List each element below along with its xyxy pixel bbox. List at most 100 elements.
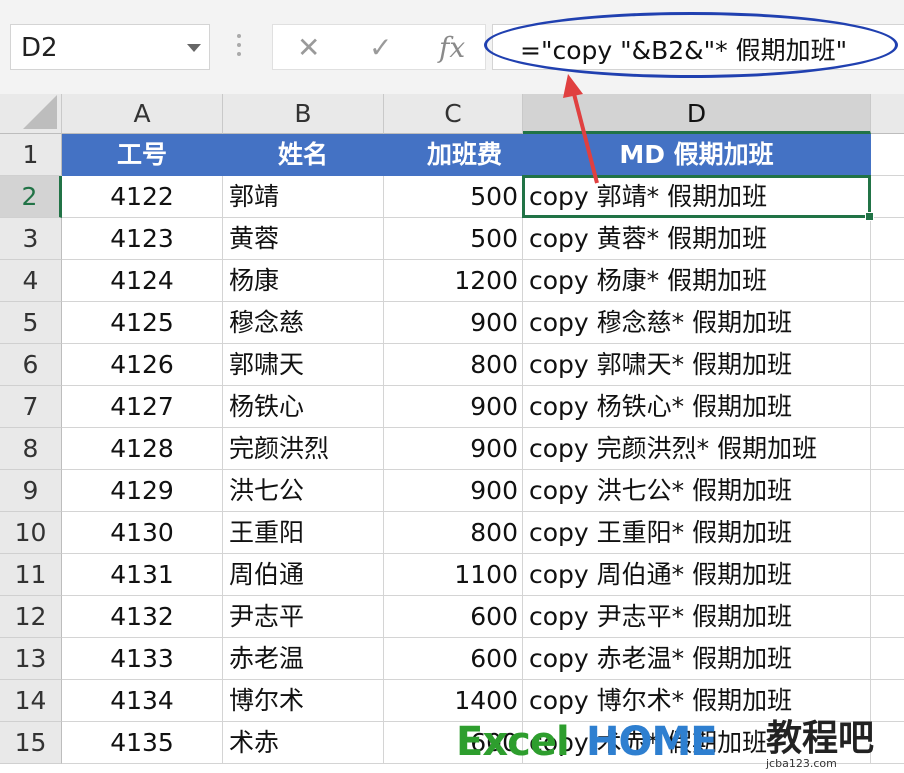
cell-a2[interactable]: 4122 [62,176,223,218]
row-header-8[interactable]: 8 [0,428,62,470]
row-header-12[interactable]: 12 [0,596,62,638]
drag-handle-icon[interactable] [236,34,242,62]
cell-b5[interactable]: 穆念慈 [223,302,384,344]
row-header-6[interactable]: 6 [0,344,62,386]
cell-a12[interactable]: 4132 [62,596,223,638]
cell-b11[interactable]: 周伯通 [223,554,384,596]
cell-d12[interactable]: copy 尹志平* 假期加班 [523,596,871,638]
cell-a4[interactable]: 4124 [62,260,223,302]
header-cell-a[interactable]: 工号 [62,134,223,176]
cell-b2[interactable]: 郭靖 [223,176,384,218]
cell-d9[interactable]: copy 洪七公* 假期加班 [523,470,871,512]
cell-d5[interactable]: copy 穆念慈* 假期加班 [523,302,871,344]
cell-e4[interactable] [871,260,904,302]
cell-a9[interactable]: 4129 [62,470,223,512]
row-header-13[interactable]: 13 [0,638,62,680]
select-all-button[interactable] [0,94,62,134]
header-cell-d[interactable]: MD 假期加班 [523,134,871,176]
cell-a14[interactable]: 4134 [62,680,223,722]
cell-c3[interactable]: 500 [384,218,523,260]
watermark-site-name: 教程吧 [766,718,875,759]
name-box[interactable]: D2 [10,24,210,70]
cell-b13[interactable]: 赤老温 [223,638,384,680]
cell-b12[interactable]: 尹志平 [223,596,384,638]
cell-d3[interactable]: copy 黄蓉* 假期加班 [523,218,871,260]
cell-b6[interactable]: 郭啸天 [223,344,384,386]
row-header-9[interactable]: 9 [0,470,62,512]
chevron-down-icon[interactable] [187,44,201,52]
cell-a10[interactable]: 4130 [62,512,223,554]
cell-b7[interactable]: 杨铁心 [223,386,384,428]
column-header-c[interactable]: C [384,94,523,134]
cell-b15[interactable]: 术赤 [223,722,384,764]
formula-buttons: ✕ ✓ fx [272,24,486,70]
cell-e7[interactable] [871,386,904,428]
cell-e12[interactable] [871,596,904,638]
header-cell-b[interactable]: 姓名 [223,134,384,176]
cell-d4[interactable]: copy 杨康* 假期加班 [523,260,871,302]
cell-d13[interactable]: copy 赤老温* 假期加班 [523,638,871,680]
cell-b14[interactable]: 博尔术 [223,680,384,722]
cell-a5[interactable]: 4125 [62,302,223,344]
row-header-11[interactable]: 11 [0,554,62,596]
cell-b9[interactable]: 洪七公 [223,470,384,512]
cell-e13[interactable] [871,638,904,680]
row-header-10[interactable]: 10 [0,512,62,554]
cell-a8[interactable]: 4128 [62,428,223,470]
cell-e2[interactable] [871,176,904,218]
header-cell-c[interactable]: 加班费 [384,134,523,176]
cell-c11[interactable]: 1100 [384,554,523,596]
row-header-15[interactable]: 15 [0,722,62,764]
cell-b3[interactable]: 黄蓉 [223,218,384,260]
cell-b10[interactable]: 王重阳 [223,512,384,554]
cell-b4[interactable]: 杨康 [223,260,384,302]
insert-function-icon[interactable]: fx [439,31,465,64]
cell-c2[interactable]: 500 [384,176,523,218]
cell-c6[interactable]: 800 [384,344,523,386]
cell-c8[interactable]: 900 [384,428,523,470]
row-header-5[interactable]: 5 [0,302,62,344]
cell-d8[interactable]: copy 完颜洪烈* 假期加班 [523,428,871,470]
column-header-d[interactable]: D [523,94,871,134]
cell-c13[interactable]: 600 [384,638,523,680]
cell-e1[interactable] [871,134,904,176]
cell-d6[interactable]: copy 郭啸天* 假期加班 [523,344,871,386]
row-header-2[interactable]: 2 [0,176,62,218]
cell-a6[interactable]: 4126 [62,344,223,386]
cell-d11[interactable]: copy 周伯通* 假期加班 [523,554,871,596]
row-header-3[interactable]: 3 [0,218,62,260]
fill-handle[interactable] [865,212,874,221]
cell-a15[interactable]: 4135 [62,722,223,764]
watermark: Excel HOME 教程吧 jcba123.com [456,705,904,773]
cell-c5[interactable]: 900 [384,302,523,344]
cell-a11[interactable]: 4131 [62,554,223,596]
cell-c12[interactable]: 600 [384,596,523,638]
cell-e8[interactable] [871,428,904,470]
cell-e10[interactable] [871,512,904,554]
cell-e11[interactable] [871,554,904,596]
cell-e6[interactable] [871,344,904,386]
column-header-a[interactable]: A [62,94,223,134]
row-header-7[interactable]: 7 [0,386,62,428]
column-header-b[interactable]: B [223,94,384,134]
row-header-4[interactable]: 4 [0,260,62,302]
cell-e9[interactable] [871,470,904,512]
column-header-e[interactable] [871,94,904,134]
cell-c10[interactable]: 800 [384,512,523,554]
cell-b8[interactable]: 完颜洪烈 [223,428,384,470]
watermark-home-text: HOME [586,719,718,765]
cell-a7[interactable]: 4127 [62,386,223,428]
row-header-1[interactable]: 1 [0,134,62,176]
cell-a3[interactable]: 4123 [62,218,223,260]
cell-d7[interactable]: copy 杨铁心* 假期加班 [523,386,871,428]
cell-c4[interactable]: 1200 [384,260,523,302]
cell-e5[interactable] [871,302,904,344]
cancel-icon[interactable]: ✕ [297,31,320,64]
cell-c7[interactable]: 900 [384,386,523,428]
enter-icon[interactable]: ✓ [369,31,392,64]
cell-e3[interactable] [871,218,904,260]
cell-d10[interactable]: copy 王重阳* 假期加班 [523,512,871,554]
cell-c9[interactable]: 900 [384,470,523,512]
cell-a13[interactable]: 4133 [62,638,223,680]
row-header-14[interactable]: 14 [0,680,62,722]
